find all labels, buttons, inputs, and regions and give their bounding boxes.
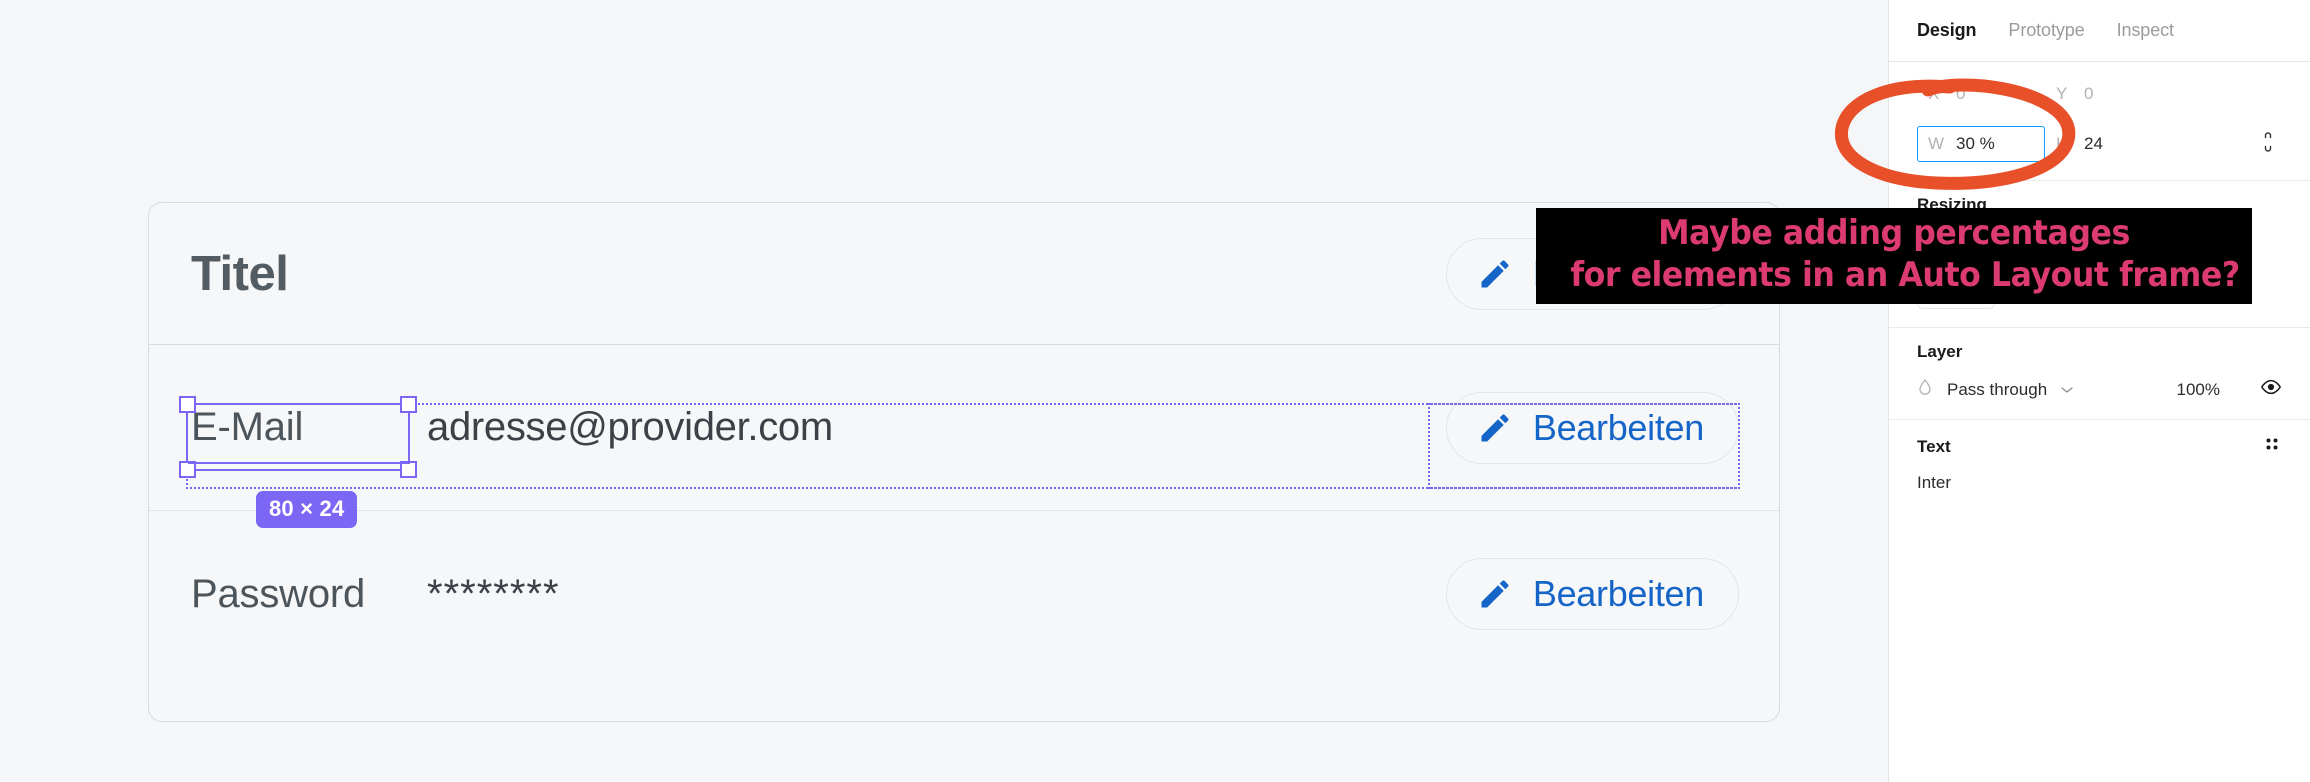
size-badge: 80 × 24 [256, 491, 358, 528]
opacity-value[interactable]: 100% [2177, 380, 2220, 400]
broken-link-icon[interactable] [2260, 131, 2276, 158]
resizing-options: Fixed width Hug contents [2017, 243, 2183, 298]
blend-drop-icon [1917, 378, 1933, 401]
app-root: Titel Bearbeiten E-Mail adresse@provider… [0, 0, 2310, 782]
row-value-email: adresse@provider.com [427, 405, 833, 449]
vertical-resizing-label: Hug contents [2055, 276, 2156, 295]
resize-preview-widget[interactable] [1917, 231, 1995, 309]
resizing-body: Fixed width Hug contents [1917, 219, 2282, 327]
width-field-key: W [1928, 134, 1945, 153]
page-title: Titel [191, 246, 289, 301]
position-row: X 0 Y 0 [1917, 74, 2282, 114]
pencil-icon [1477, 256, 1513, 292]
edit-button-password[interactable]: Bearbeiten [1445, 558, 1739, 630]
text-section: Text Inter [1889, 420, 2310, 493]
edit-button-email-label: Bearbeiten [1532, 406, 1704, 448]
text-body: Inter [1917, 463, 2282, 493]
panel-tabs: Design Prototype Inspect [1889, 0, 2310, 62]
blend-mode-dropdown-label[interactable]: Pass through [1947, 380, 2047, 400]
tab-prototype[interactable]: Prototype [2008, 20, 2084, 41]
height-field[interactable]: H 24 [2045, 126, 2173, 162]
height-field-key: H [2056, 134, 2069, 153]
row-label-password: Password [191, 571, 366, 616]
vertical-resizing-dropdown[interactable]: Hug contents [2017, 275, 2183, 298]
x-field-value: 0 [1956, 84, 1966, 103]
vertical-resize-icon [2017, 275, 2039, 298]
layer-body: Pass through 100% [1917, 366, 2282, 419]
x-field[interactable]: X 0 [1917, 76, 2045, 112]
chevron-down-icon [2157, 244, 2169, 262]
layer-section-title: Layer [1917, 342, 1963, 361]
pencil-icon [1477, 410, 1513, 446]
text-section-title: Text [1917, 436, 1951, 456]
chevron-down-icon [2171, 277, 2183, 295]
tab-inspect[interactable]: Inspect [2117, 20, 2174, 41]
layer-section: Layer Pass through 100% [1889, 328, 2310, 420]
width-field-value: 30 % [1956, 134, 1995, 153]
horizontal-resize-icon [2017, 243, 2039, 262]
row-value-password: ******** [427, 571, 560, 616]
text-section-header: Text [1917, 420, 2282, 463]
chevron-down-icon [2061, 381, 2073, 399]
edit-button-header[interactable]: Bearbeiten [1445, 237, 1739, 310]
design-canvas[interactable]: Titel Bearbeiten E-Mail adresse@provider… [0, 0, 1888, 782]
font-family-value[interactable]: Inter [1917, 473, 1951, 492]
y-field-key: Y [2056, 84, 2068, 103]
row-label-email: E-Mail [191, 405, 304, 449]
y-field-value: 0 [2084, 84, 2094, 103]
tab-design[interactable]: Design [1917, 20, 1977, 41]
card-header: Titel Bearbeiten [149, 203, 1779, 345]
edit-button-password-label: Bearbeiten [1532, 573, 1704, 614]
pencil-icon [1477, 576, 1513, 612]
apply-style-dots-icon[interactable] [2262, 434, 2282, 459]
table-row[interactable]: Password ******** Bearbeiten [149, 511, 1779, 677]
y-field[interactable]: Y 0 [2045, 76, 2173, 112]
resizing-section: Resizing Fixed width Hug contents [1889, 181, 2310, 328]
position-size-section: X 0 Y 0 W 30 % H 24 [1889, 62, 2310, 181]
horizontal-resizing-dropdown[interactable]: Fixed width [2017, 243, 2183, 263]
eye-icon[interactable] [2260, 379, 2282, 400]
horizontal-resizing-label: Fixed width [2055, 242, 2141, 262]
settings-card: Titel Bearbeiten E-Mail adresse@provider… [148, 202, 1780, 722]
properties-panel: Design Prototype Inspect X 0 Y 0 W 30 % [1888, 0, 2310, 782]
size-row: W 30 % H 24 [1917, 124, 2282, 164]
x-field-key: X [1928, 84, 1940, 103]
edit-button-email[interactable]: Bearbeiten [1445, 391, 1739, 464]
width-field[interactable]: W 30 % [1917, 126, 2045, 162]
resizing-section-title: Resizing [1917, 195, 1987, 214]
edit-button-header-label: Bearbeiten [1532, 252, 1704, 294]
height-field-value: 24 [2084, 134, 2103, 153]
table-row[interactable]: E-Mail adresse@provider.com Bearbeiten [149, 345, 1779, 511]
